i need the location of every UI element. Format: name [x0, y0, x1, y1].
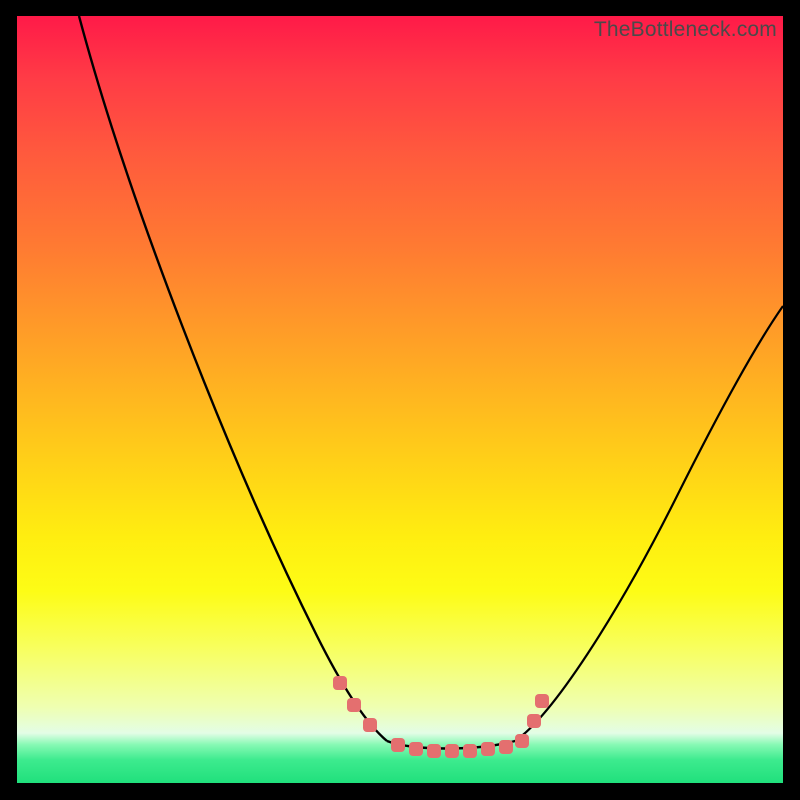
curve-left — [79, 16, 387, 741]
curve-right — [515, 306, 783, 741]
marker — [481, 742, 495, 756]
marker — [527, 714, 541, 728]
marker — [515, 734, 529, 748]
marker — [463, 744, 477, 758]
chart-frame: TheBottleneck.com — [17, 16, 783, 783]
watermark-label: TheBottleneck.com — [594, 18, 777, 42]
marker — [391, 738, 405, 752]
marker — [445, 744, 459, 758]
marker — [363, 718, 377, 732]
marker — [333, 676, 347, 690]
marker — [535, 694, 549, 708]
marker — [347, 698, 361, 712]
chart-svg — [17, 16, 783, 783]
marker — [499, 740, 513, 754]
marker — [427, 744, 441, 758]
marker — [409, 742, 423, 756]
